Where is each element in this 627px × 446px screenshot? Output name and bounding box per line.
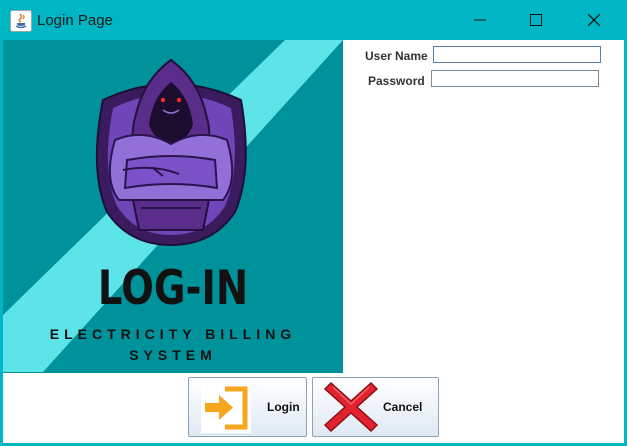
logo-subtitle: SYSTEM xyxy=(129,347,217,363)
window-title: Login Page xyxy=(37,12,113,29)
java-icon xyxy=(10,10,32,32)
password-label: Password xyxy=(368,74,425,88)
dialog-content: LOG-IN ELECTRICITY BILLING SYSTEM User N… xyxy=(3,40,624,443)
password-field[interactable] xyxy=(431,70,599,87)
maximize-icon xyxy=(530,14,542,26)
cancel-button[interactable]: Cancel xyxy=(312,377,439,437)
logo-banner: LOG-IN ELECTRICITY BILLING SYSTEM xyxy=(3,40,343,373)
login-arrow-icon xyxy=(201,381,251,433)
username-label: User Name xyxy=(365,49,428,63)
logo-artwork xyxy=(3,40,343,372)
login-button[interactable]: Login xyxy=(188,377,307,437)
red-x-icon xyxy=(323,381,379,433)
minimize-button[interactable] xyxy=(451,0,509,40)
maximize-button[interactable] xyxy=(507,0,565,40)
cancel-button-label: Cancel xyxy=(383,400,423,414)
close-icon xyxy=(588,14,600,26)
login-button-label: Login xyxy=(267,400,300,414)
title-bar[interactable]: Login Page xyxy=(0,0,627,40)
minimize-icon xyxy=(474,19,486,21)
logo-subtitle: ELECTRICITY BILLING xyxy=(49,326,297,342)
username-field[interactable] xyxy=(433,46,601,63)
login-window: Login Page LOG-IN ELECTRICITY BILLING SY… xyxy=(0,0,627,446)
logo-title: LOG-IN xyxy=(97,261,249,316)
close-button[interactable] xyxy=(565,0,623,40)
